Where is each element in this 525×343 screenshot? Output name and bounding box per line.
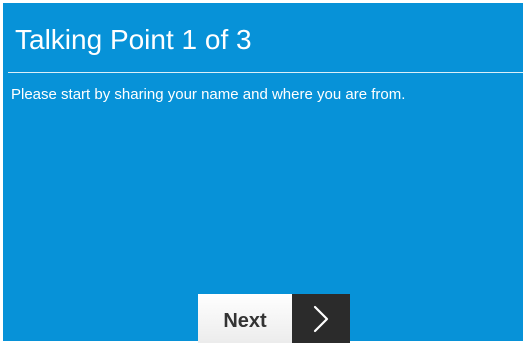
next-button-label[interactable]: Next [198, 294, 292, 343]
chevron-right-icon[interactable] [292, 294, 350, 343]
title-divider [8, 72, 523, 73]
next-button[interactable]: Next [198, 294, 350, 343]
page-title: Talking Point 1 of 3 [15, 24, 252, 55]
chevron-right-icon-glyph [313, 305, 329, 332]
talking-point-panel: Talking Point 1 of 3 Please start by sha… [3, 3, 523, 343]
talking-point-text: Please start by sharing your name and wh… [11, 86, 406, 103]
